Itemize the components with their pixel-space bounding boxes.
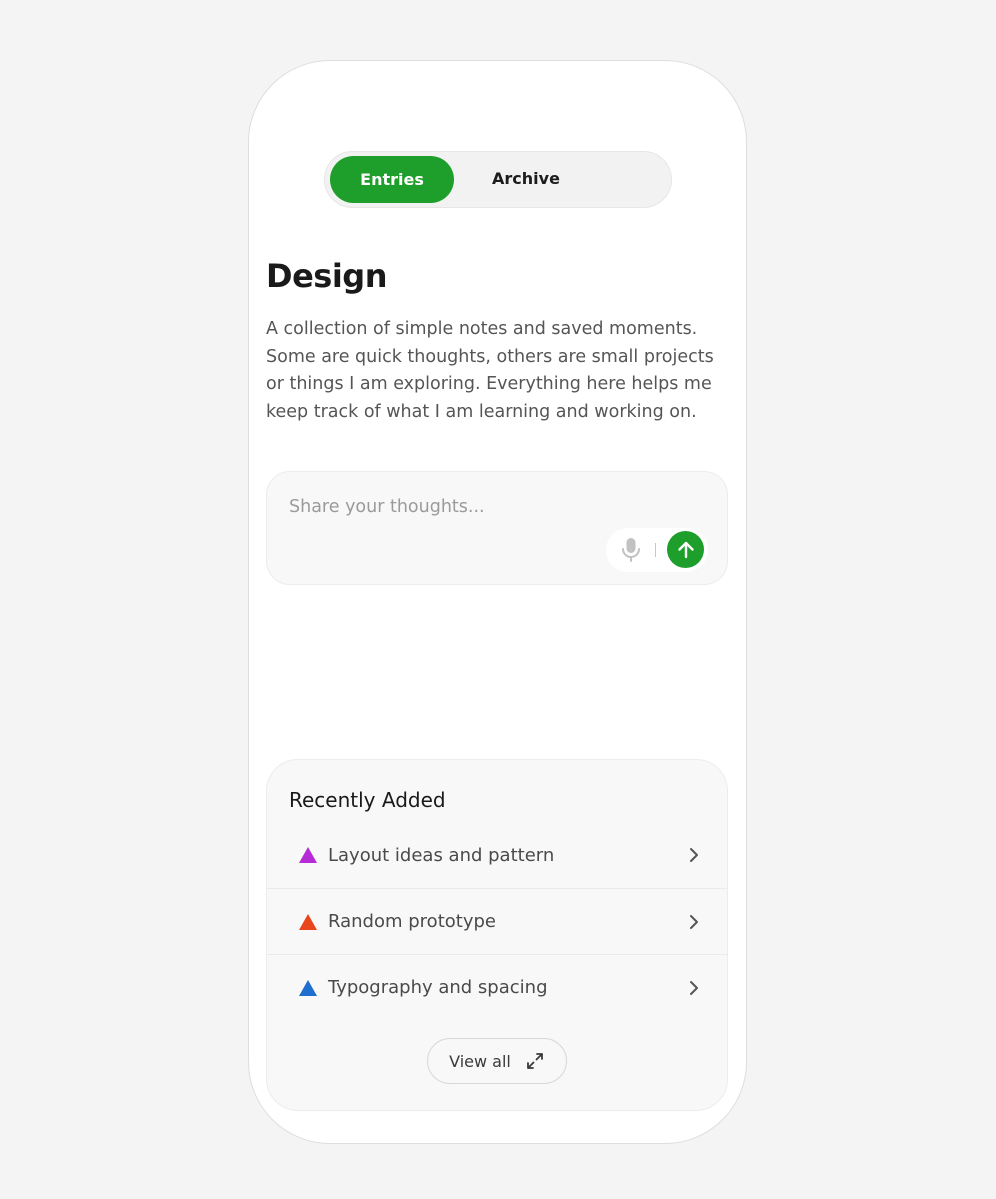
triangle-icon [299,847,317,863]
tab-switcher: Entries Archive [324,151,672,208]
list-item[interactable]: Typography and spacing [267,954,727,1020]
list-item-label: Random prototype [328,911,496,932]
action-divider [655,543,656,557]
recently-added-card: Recently Added Layout ideas and pattern … [266,759,728,1111]
send-button[interactable] [667,531,704,568]
composer [266,471,728,585]
arrow-up-icon [677,541,694,558]
thoughts-input[interactable] [289,492,589,522]
list-item[interactable]: Layout ideas and pattern [267,822,727,888]
view-all-button[interactable]: View all [427,1038,567,1084]
recently-added-title: Recently Added [289,788,446,812]
mic-button[interactable] [618,536,644,564]
chevron-right-icon [690,914,698,929]
microphone-icon [622,538,640,562]
recent-list: Layout ideas and pattern Random prototyp… [267,822,727,1020]
expand-arrows-icon [526,1053,543,1069]
tab-archive[interactable]: Archive [465,155,587,202]
triangle-icon [299,913,317,930]
view-all-label: View all [449,1051,511,1071]
page-description: A collection of simple notes and saved m… [266,319,714,422]
phone-frame: Entries Archive Design A collection of s… [248,60,747,1144]
list-item[interactable]: Random prototype [267,888,727,954]
composer-actions [606,528,708,572]
tab-entries[interactable]: Entries [330,156,454,203]
chevron-right-icon [690,980,698,995]
list-item-label: Typography and spacing [328,977,548,998]
chevron-right-icon [690,848,698,862]
list-item-label: Layout ideas and pattern [328,844,555,866]
triangle-icon [299,979,317,996]
page-title: Design [266,257,387,295]
